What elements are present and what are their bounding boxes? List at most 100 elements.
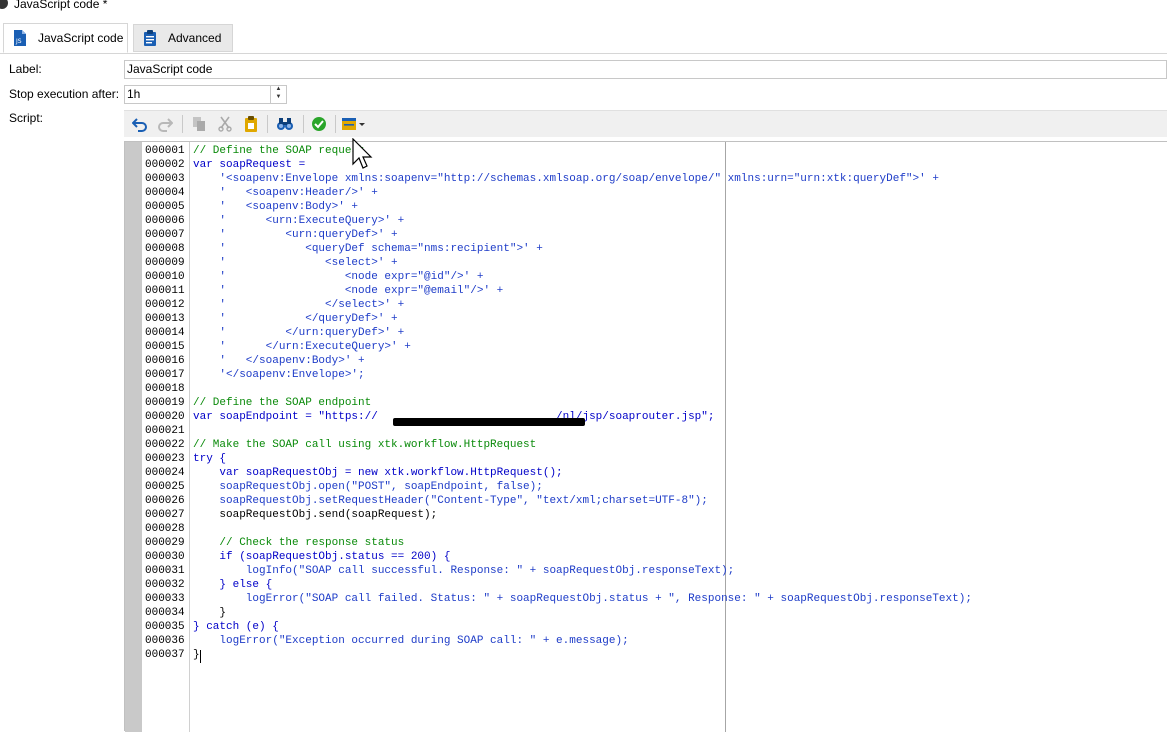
code-line[interactable]: logError("Exception occurred during SOAP… xyxy=(193,634,628,648)
code-line[interactable]: ' </select>' + xyxy=(193,298,404,312)
insert-menu-icon[interactable] xyxy=(341,115,367,133)
tab-strip: JS JavaScript code Advanced xyxy=(0,20,1167,54)
line-number: 000023 xyxy=(145,453,185,465)
code-line[interactable]: ' <soapenv:Header/>' + xyxy=(193,186,377,200)
code-editor[interactable]: 000001 // Define the SOAP request 000002 va… xyxy=(124,141,1167,732)
line-number: 000014 xyxy=(145,327,185,339)
code-line[interactable]: ' <select>' + xyxy=(193,256,397,270)
svg-text:JS: JS xyxy=(15,38,22,45)
tab-javascript-code-label: JavaScript code xyxy=(38,31,124,45)
line-number: 000024 xyxy=(145,467,185,479)
window-titlebar: JavaScript code * xyxy=(0,0,1167,14)
code-line[interactable]: ' </soapenv:Body>' + xyxy=(193,354,364,368)
clipboard-icon xyxy=(142,30,158,46)
paste-icon[interactable] xyxy=(242,115,260,133)
script-caption: Script: xyxy=(9,111,44,125)
code-line[interactable]: ' <node expr="@id"/>' + xyxy=(193,270,483,284)
line-number: 000012 xyxy=(145,299,185,311)
line-number: 000036 xyxy=(145,635,185,647)
check-syntax-icon[interactable] xyxy=(310,115,328,133)
line-number: 000025 xyxy=(145,481,185,493)
redo-icon[interactable] xyxy=(156,115,174,133)
line-number: 000015 xyxy=(145,341,185,353)
line-number: 000020 xyxy=(145,411,185,423)
code-line[interactable]: var soapRequest = xyxy=(193,158,305,172)
line-number: 000004 xyxy=(145,187,185,199)
code-line[interactable]: ' <urn:queryDef>' + xyxy=(193,228,397,242)
line-number: 000013 xyxy=(145,313,185,325)
line-number: 000008 xyxy=(145,243,185,255)
code-line[interactable]: soapRequestObj.open("POST", soapEndpoint… xyxy=(193,480,542,494)
code-line[interactable]: '</soapenv:Envelope>'; xyxy=(193,368,364,382)
code-line[interactable]: logInfo("SOAP call successful. Response:… xyxy=(193,564,735,578)
editor-fold-margin xyxy=(125,142,142,732)
code-line[interactable]: ' </queryDef>' + xyxy=(193,312,397,326)
redacted-url-segment xyxy=(393,418,585,426)
app-icon xyxy=(0,0,8,9)
line-number: 000007 xyxy=(145,229,185,241)
code-line[interactable]: var soapRequestObj = new xtk.workflow.Ht… xyxy=(193,466,562,480)
code-line[interactable]: ' </urn:ExecuteQuery>' + xyxy=(193,340,410,354)
tab-advanced-label: Advanced xyxy=(168,31,222,45)
line-number: 000022 xyxy=(145,439,185,451)
code-line[interactable]: ' </urn:queryDef>' + xyxy=(193,326,404,340)
line-number: 000002 xyxy=(145,159,185,171)
code-line[interactable]: ' <soapenv:Body>' + xyxy=(193,200,358,214)
spin-down-icon[interactable]: ▼ xyxy=(271,93,286,101)
tab-javascript-code[interactable]: JS JavaScript code xyxy=(3,23,128,53)
line-number: 000011 xyxy=(145,285,185,297)
code-line[interactable]: ' <node expr="@email"/>' + xyxy=(193,284,503,298)
code-line[interactable]: } else { xyxy=(193,578,272,592)
code-line[interactable]: soapRequestObj.setRequestHeader("Content… xyxy=(193,494,708,508)
window-title: JavaScript code * xyxy=(14,0,108,11)
code-line[interactable]: // Make the SOAP call using xtk.workflow… xyxy=(193,438,536,452)
line-number: 000016 xyxy=(145,355,185,367)
line-number: 000009 xyxy=(145,257,185,269)
line-number: 000017 xyxy=(145,369,185,381)
stop-execution-caption: Stop execution after: xyxy=(9,87,120,101)
code-line[interactable]: } xyxy=(193,648,200,662)
toolbar-separator xyxy=(335,115,336,133)
spin-up-icon[interactable]: ▲ xyxy=(271,85,286,93)
code-line[interactable]: // Check the response status xyxy=(193,536,404,550)
code-line[interactable]: if (soapRequestObj.status == 200) { xyxy=(193,550,450,564)
stop-execution-input[interactable]: 1h xyxy=(124,85,287,104)
code-line[interactable]: ' <queryDef schema="nms:recipient">' + xyxy=(193,242,542,256)
code-line[interactable]: } xyxy=(193,606,226,620)
undo-icon[interactable] xyxy=(131,115,149,133)
line-number: 000003 xyxy=(145,173,185,185)
code-line[interactable]: // Define the SOAP endpoint xyxy=(193,396,371,410)
cut-icon[interactable] xyxy=(216,115,234,133)
code-line[interactable]: // Define the SOAP request xyxy=(193,144,365,158)
code-line[interactable]: soapRequestObj.send(soapRequest); xyxy=(193,508,437,522)
tab-advanced[interactable]: Advanced xyxy=(133,24,233,52)
copy-icon[interactable] xyxy=(190,115,208,133)
editor-right-margin-guide xyxy=(725,142,726,732)
line-number: 000026 xyxy=(145,495,185,507)
line-number: 000033 xyxy=(145,593,185,605)
line-number: 000030 xyxy=(145,551,185,563)
code-line[interactable]: '<soapenv:Envelope xmlns:soapenv="http:/… xyxy=(193,172,939,186)
label-input[interactable]: JavaScript code xyxy=(124,60,1167,79)
toolbar-separator xyxy=(303,115,304,133)
toolbar-separator xyxy=(267,115,268,133)
line-number: 000019 xyxy=(145,397,185,409)
text-caret xyxy=(200,650,201,663)
mouse-pointer-icon xyxy=(352,137,374,172)
find-icon[interactable] xyxy=(276,115,294,133)
label-caption: Label: xyxy=(9,62,42,76)
duration-spinner[interactable]: ▲ ▼ xyxy=(270,85,286,104)
line-number: 000021 xyxy=(145,425,185,437)
code-line[interactable]: try { xyxy=(193,452,226,466)
line-number: 000005 xyxy=(145,201,185,213)
code-line[interactable]: } catch (e) { xyxy=(193,620,279,634)
script-toolbar xyxy=(124,110,1167,137)
line-number: 000027 xyxy=(145,509,185,521)
line-number: 000001 xyxy=(145,145,185,157)
line-number: 000028 xyxy=(145,523,185,535)
code-line[interactable]: ' <urn:ExecuteQuery>' + xyxy=(193,214,404,228)
line-number: 000018 xyxy=(145,383,185,395)
code-line[interactable]: logError("SOAP call failed. Status: " + … xyxy=(193,592,972,606)
line-number: 000031 xyxy=(145,565,185,577)
line-number: 000006 xyxy=(145,215,185,227)
